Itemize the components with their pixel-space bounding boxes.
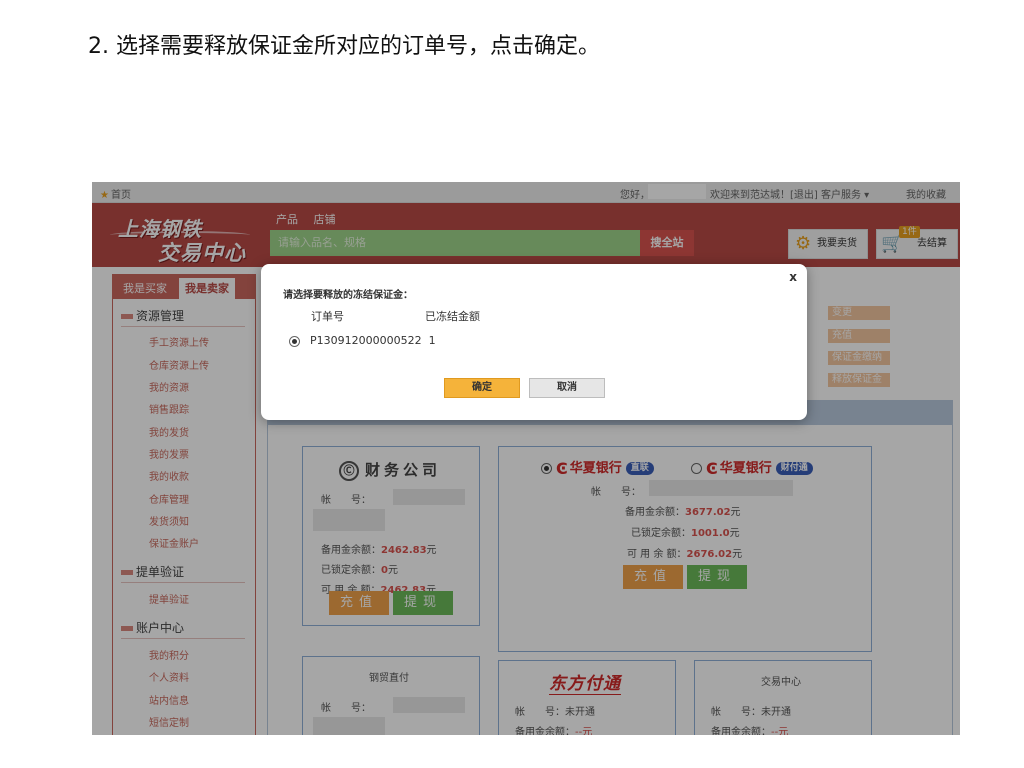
order-number: P130912000000522 <box>310 334 422 347</box>
release-deposit-dialog: x 请选择要释放的冻结保证金： 订单号 已冻结金额 P1309120000005… <box>261 264 807 420</box>
dialog-prompt: 请选择要释放的冻结保证金： <box>283 290 413 301</box>
screenshot-frame: ★ 首页 您好， 欢迎来到范达城！[退出] 客户服务 ▾ 我的收藏 上海钢铁 交易… <box>92 182 960 735</box>
close-icon[interactable]: x <box>789 270 797 284</box>
order-radio[interactable] <box>289 335 300 347</box>
order-option-row[interactable]: P130912000000522 1 <box>289 334 436 347</box>
frozen-amount: 1 <box>428 334 436 347</box>
column-header-frozen: 已冻结金额 <box>425 310 480 323</box>
confirm-button[interactable]: 确定 <box>444 378 520 398</box>
column-header-order: 订单号 <box>311 310 344 323</box>
cancel-button[interactable]: 取消 <box>529 378 605 398</box>
step-heading: 2. 选择需要释放保证金所对应的订单号，点击确定。 <box>88 34 600 59</box>
